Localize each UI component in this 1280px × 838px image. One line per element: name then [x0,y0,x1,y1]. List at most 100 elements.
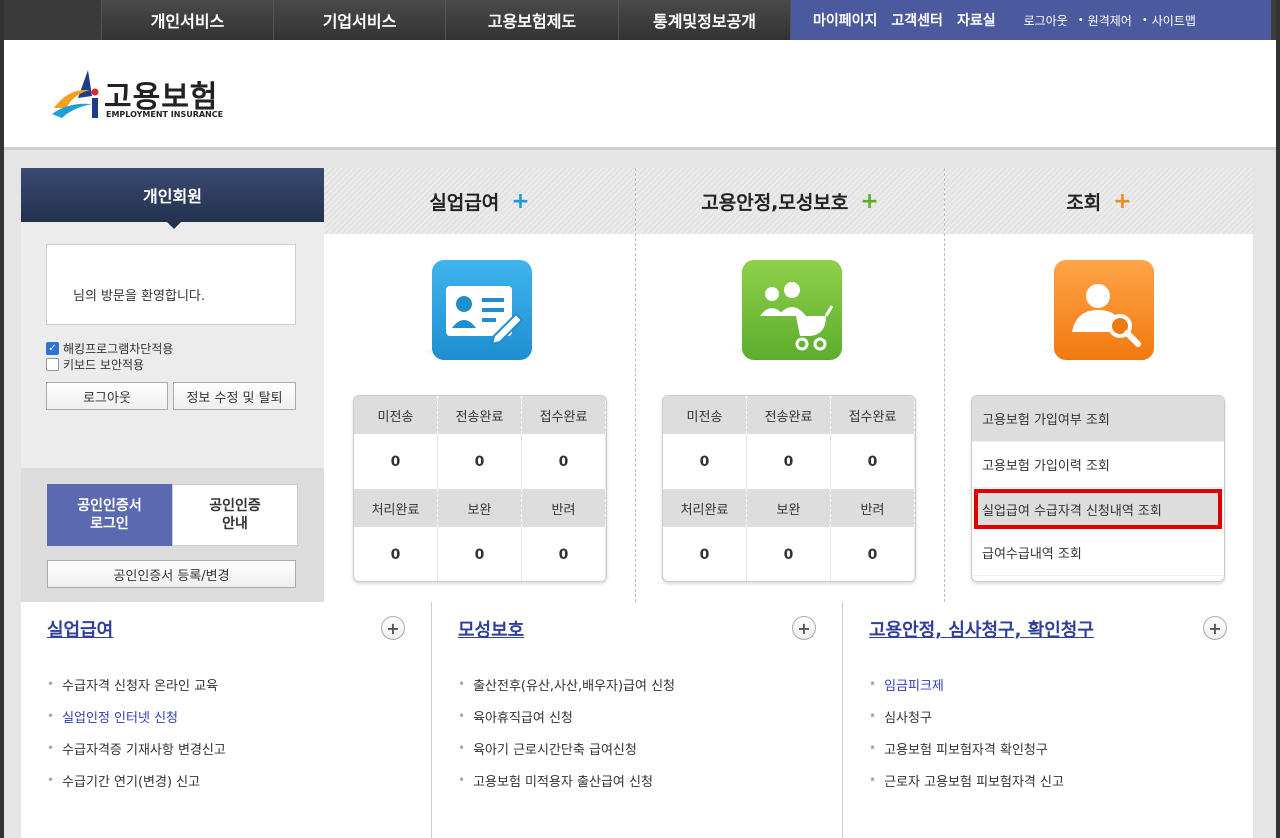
link-reduced-hours[interactable]: 육아기 근로시간단축 급여신청 [458,732,675,764]
query-insurance-status[interactable]: 고용보험 가입여부 조회 [972,396,1224,442]
link-online-education[interactable]: 수급자격 신청자 온라인 교육 [47,668,226,700]
status-label: 미전송 [663,396,747,434]
query-benefit-history[interactable]: 급여수급내역 조회 [972,530,1224,576]
status-label: 반려 [522,489,606,527]
plus-icon[interactable]: + [1113,189,1131,214]
welcome-message: 님의 방문을 환영합니다. [46,244,296,325]
link-appeal[interactable]: 심사청구 [869,700,1064,732]
inquiry-list: 고용보험 가입여부 조회 고용보험 가입이력 조회 실업급여 수급자격 신청내역… [971,395,1225,582]
status-value[interactable]: 0 [522,434,606,489]
more-plus-icon[interactable]: + [1203,616,1227,640]
status-label: 전송완료 [438,396,522,434]
employment-insurance-logo[interactable]: 고용보험 EMPLOYMENT INSURANCE [48,68,228,124]
logo-icon [52,70,99,118]
link-parental-leave[interactable]: 육아휴직급여 신청 [458,700,675,732]
plus-icon[interactable]: + [860,189,878,214]
mypage-link[interactable]: 마이페이지 [813,10,877,30]
user-search-icon[interactable] [1054,260,1154,360]
status-label: 미전송 [354,396,438,434]
status-value[interactable]: 0 [438,434,522,489]
nav-personal-service[interactable]: 개인서비스 [102,0,274,40]
status-value[interactable]: 0 [522,527,606,581]
unemployment-title: 실업급여 [429,191,500,214]
link-maternity-benefit[interactable]: 출산전후(유산,사산,배우자)급여 신청 [458,668,675,700]
more-plus-icon[interactable]: + [381,616,405,640]
link-qualification-check[interactable]: 고용보험 피보험자격 확인청구 [869,732,1064,764]
keyboard-security-label: 키보드 보안적용 [63,358,145,372]
status-value[interactable]: 0 [438,527,522,581]
inquiry-title: 조회 [1066,191,1102,214]
status-label: 반려 [831,489,915,527]
unemployment-links: 실업급여 + 수급자격 신청자 온라인 교육 실업인정 인터넷 신청 수급자격증… [21,602,432,838]
status-label: 보완 [438,489,522,527]
status-value[interactable]: 0 [831,434,915,489]
edit-info-button[interactable]: 정보 수정 및 탈퇴 [173,382,296,410]
link-worker-qualification-report[interactable]: 근로자 고용보험 피보험자격 신고 [869,764,1064,796]
logout-link[interactable]: 로그아웃 [1024,12,1068,29]
inquiry-column: 조회 + 고용보험 가입여부 조회 고용보험 가입이력 조회 실업급여 수급자격… [945,168,1253,602]
hacking-block-label: 해킹프로그램차단적용 [63,342,174,356]
link-noninsured-maternity[interactable]: 고용보험 미적용자 출산급여 신청 [458,764,675,796]
plus-icon[interactable]: + [511,189,529,214]
status-value[interactable]: 0 [354,527,438,581]
status-value[interactable]: 0 [747,527,831,581]
separator-dot: • [1077,14,1084,26]
id-card-icon[interactable] [432,260,532,360]
status-value[interactable]: 0 [663,527,747,581]
checkbox-unchecked-icon[interactable] [46,358,59,371]
nav-insurance-system[interactable]: 고용보험제도 [446,0,619,40]
top-navigation: 개인서비스 기업서비스 고용보험제도 통계및정보공개 마이페이지 고객센터 자료… [4,0,1276,40]
status-label: 처리완료 [354,489,438,527]
maternity-links: 모성보호 + 출산전후(유산,사산,배우자)급여 신청 육아휴직급여 신청 육아… [432,602,843,838]
browser-frame: 개인서비스 기업서비스 고용보험제도 통계및정보공개 마이페이지 고객센터 자료… [4,0,1276,838]
checkbox-checked-icon[interactable]: ✓ [46,342,59,355]
logout-button[interactable]: 로그아웃 [46,382,168,410]
link-certificate-change[interactable]: 수급자격증 기재사항 변경신고 [47,732,226,764]
link-wage-peak[interactable]: 임금피크제 [869,668,1064,700]
query-insurance-history[interactable]: 고용보험 가입이력 조회 [972,442,1224,488]
member-panel-title: 개인회원 [21,168,324,229]
stability-status-table: 미전송 전송완료 접수완료 000 처리완료 보완 반려 000 [662,395,916,582]
status-label: 보완 [747,489,831,527]
query-unemployment-application[interactable]: 실업급여 수급자격 신청내역 조회 [974,489,1222,529]
family-stroller-icon[interactable] [742,260,842,360]
employment-stability-header[interactable]: 고용안정,모성보호 + [636,168,944,234]
nav-statistics-info[interactable]: 통계및정보공개 [619,0,791,40]
archive-link[interactable]: 자료실 [957,10,996,30]
stability-appeal-links-title[interactable]: 고용안정, 심사청구, 확인청구 [869,616,1094,642]
hacking-block-check[interactable]: ✓ 해킹프로그램차단적용 [46,340,173,357]
main-panel: 개인회원 님의 방문을 환영합니다. ✓ 해킹프로그램차단적용 키보드 보안적용… [21,168,1253,602]
status-value[interactable]: 0 [831,527,915,581]
status-value[interactable]: 0 [354,434,438,489]
unemployment-header[interactable]: 실업급여 + [324,168,635,234]
unemployment-column: 실업급여 + 미전송 전송완료 접수완료 000 처리완료 보완 반려 0 0 … [324,168,635,602]
keyboard-security-check[interactable]: 키보드 보안적용 [46,356,144,373]
site-header: 고용보험 EMPLOYMENT INSURANCE [4,40,1276,150]
link-period-extension[interactable]: 수급기간 연기(변경) 신고 [47,764,226,796]
employment-stability-column: 고용안정,모성보호 + 미전송 전송완료 접수완료 000 처리완료 보완 반려… [636,168,944,602]
sitemap-link[interactable]: 사이트맵 [1152,12,1196,29]
stability-appeal-links: 고용안정, 심사청구, 확인청구 + 임금피크제 심사청구 고용보험 피보험자격… [843,602,1253,838]
member-panel: 개인회원 님의 방문을 환영합니다. ✓ 해킹프로그램차단적용 키보드 보안적용… [21,168,324,602]
status-label: 접수완료 [522,396,606,434]
certificate-login-button[interactable]: 공인인증서 로그인 [47,484,172,546]
nav-business-service[interactable]: 기업서비스 [274,0,446,40]
link-unemployment-recognition[interactable]: 실업인정 인터넷 신청 [47,700,226,732]
unemployment-status-table: 미전송 전송완료 접수완료 000 처리완료 보완 반려 000 [353,395,607,582]
certificate-guide-button[interactable]: 공인인증 안내 [172,484,298,546]
status-value[interactable]: 0 [747,434,831,489]
customer-center-link[interactable]: 고객센터 [891,10,943,30]
unemployment-links-title[interactable]: 실업급여 [47,616,113,642]
maternity-links-title[interactable]: 모성보호 [458,616,524,642]
status-label: 처리완료 [663,489,747,527]
cert-login-line1: 공인인증서 [77,498,142,514]
certificate-area: 공인인증서 로그인 공인인증 안내 공인인증서 등록/변경 [21,468,324,602]
inquiry-header[interactable]: 조회 + [945,168,1253,234]
separator-dot: • [1141,14,1148,26]
more-plus-icon[interactable]: + [792,616,816,640]
cert-guide-line2: 안내 [222,516,248,532]
status-label: 접수완료 [831,396,915,434]
certificate-register-button[interactable]: 공인인증서 등록/변경 [47,560,296,588]
remote-control-link[interactable]: 원격제어 [1088,12,1132,29]
status-value[interactable]: 0 [663,434,747,489]
